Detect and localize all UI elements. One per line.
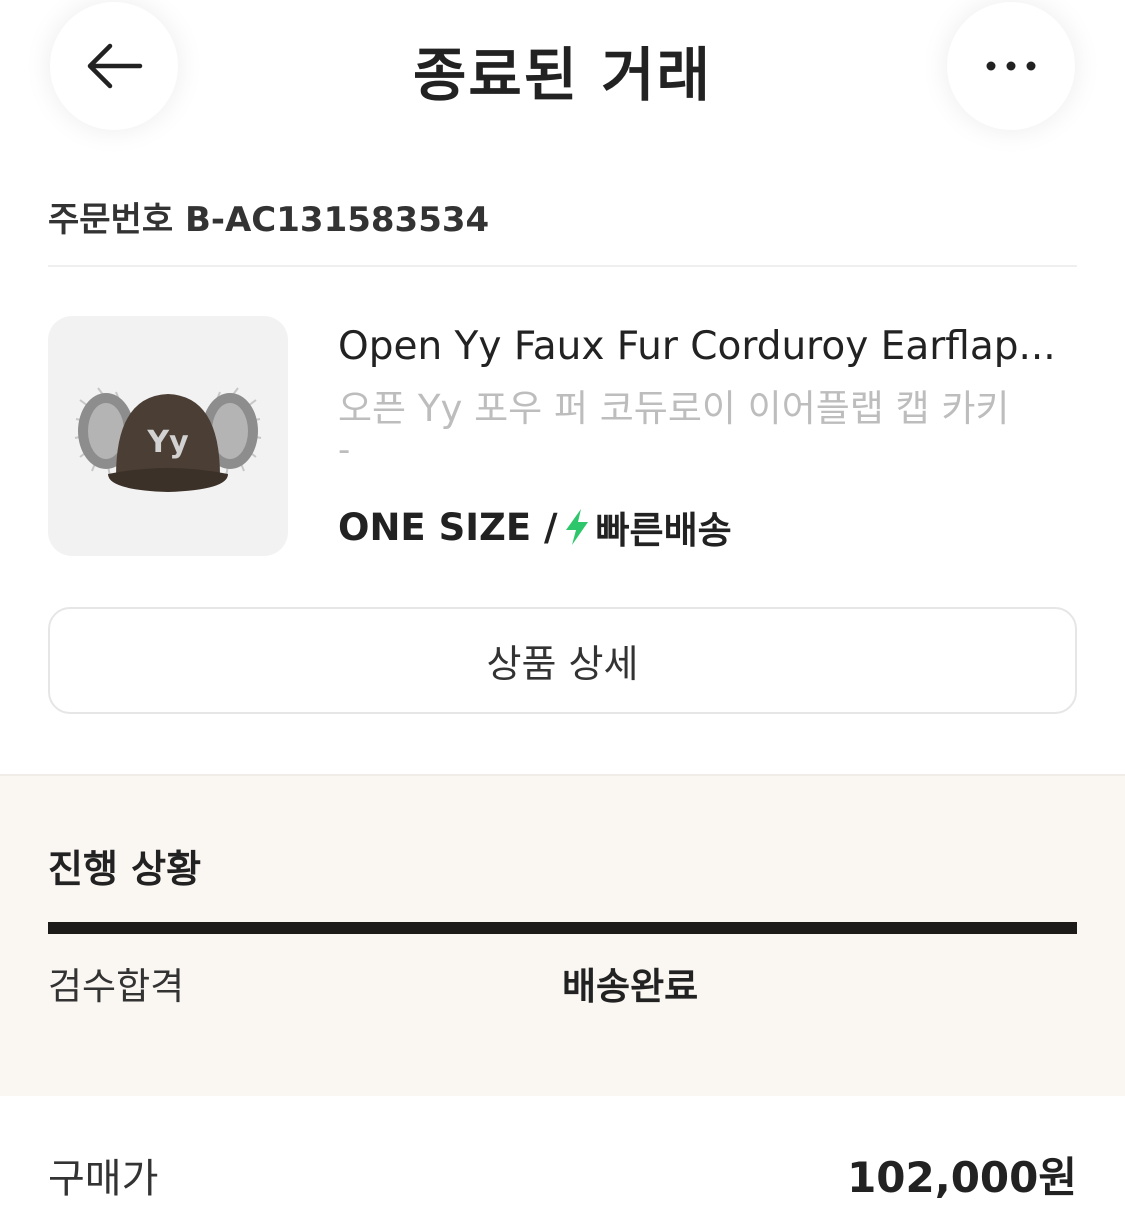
product-thumbnail[interactable]: Yy [48, 316, 288, 556]
order-number: 주문번호 B-AC131583534 [48, 200, 490, 240]
progress-step-delivered: 배송완료 [562, 965, 699, 1008]
product-extra: - [338, 430, 351, 470]
hat-image: Yy [74, 387, 262, 492]
price-value: 102,000원 [847, 1153, 1077, 1202]
size-label: ONE SIZE / [338, 505, 558, 549]
product-detail-button[interactable]: 상품 상세 [48, 607, 1077, 714]
product-name[interactable]: Open Yy Faux Fur Corduroy Earflap... [338, 324, 1078, 369]
price-label: 구매가 [48, 1156, 159, 1202]
header: 종료된 거래 [0, 0, 1125, 140]
more-button[interactable] [947, 2, 1075, 130]
progress-title: 진행 상황 [48, 847, 202, 891]
divider [48, 265, 1077, 267]
product-name-ko: 오픈 Yy 포우 퍼 코듀로이 이어플랩 캡 카키 [338, 387, 1010, 430]
progress-step-inspection: 검수합격 [48, 965, 185, 1008]
hat-logo-text: Yy [146, 425, 189, 460]
lightning-icon [564, 508, 590, 546]
more-horizontal-icon [986, 61, 1036, 71]
progress-bar [48, 922, 1077, 934]
product-option: ONE SIZE / 빠른배송 [338, 500, 732, 554]
progress-section: 진행 상황 검수합격 배송완료 [0, 774, 1125, 1096]
shipping-label: 빠른배송 [595, 509, 732, 552]
